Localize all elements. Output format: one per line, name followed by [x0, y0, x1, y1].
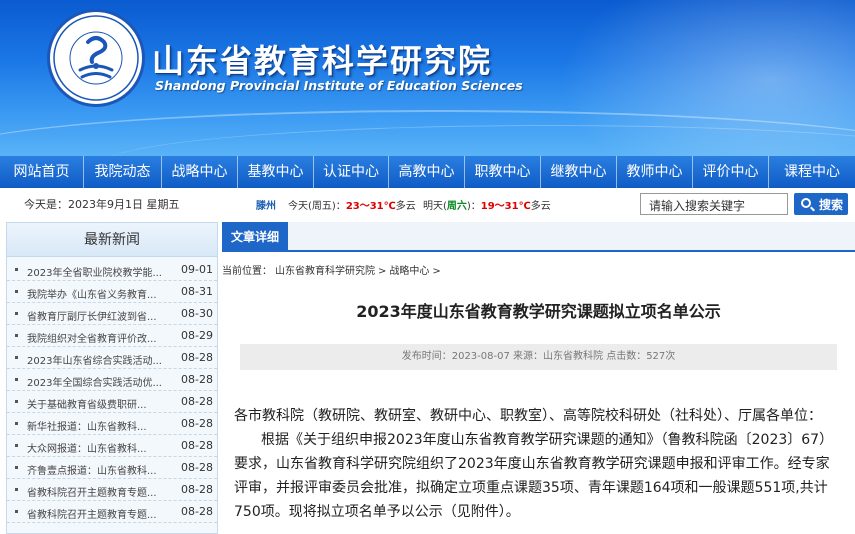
bullet-icon	[15, 488, 18, 491]
article-meta: 发布时间：2023-08-07 来源：山东省教科院 点击数：527次	[240, 344, 837, 370]
weather-widget: 滕州 今天(周五)：23～31℃多云 明天(周六)：19～31℃多云	[256, 197, 551, 212]
news-item[interactable]: 省教育厅副厅长伊红波到省... 08-30	[7, 303, 217, 325]
news-item[interactable]: 我院举办《山东省义务教育... 08-31	[7, 281, 217, 303]
news-date: 08-28	[181, 439, 213, 452]
breadcrumb-separator: >	[378, 266, 387, 277]
news-item[interactable]: 大众网报道：山东省教科... 08-28	[7, 435, 217, 457]
news-title[interactable]: 齐鲁壹点报道：山东省教科...	[27, 462, 167, 477]
article-title: 2023年度山东省教育教学研究课题拟立项名单公示	[356, 302, 721, 321]
bullet-icon	[15, 334, 18, 337]
nav-item-vocational[interactable]: 职教中心	[465, 156, 541, 188]
current-date: 今天是：2023年9月1日 星期五	[24, 198, 180, 211]
news-title[interactable]: 大众网报道：山东省教科...	[27, 440, 167, 455]
nav-item-higher-edu[interactable]: 高教中心	[389, 156, 465, 188]
bullet-icon	[15, 422, 18, 425]
news-item[interactable]: 我院组织对全省教育评价改... 08-29	[7, 325, 217, 347]
weather-today-temp: 23～31℃	[345, 201, 396, 212]
weather-tomorrow-cond: 多云	[530, 201, 551, 212]
tab-article-detail[interactable]: 文章详细	[222, 222, 288, 252]
info-bar: 今天是：2023年9月1日 星期五 滕州 今天(周五)：23～31℃多云 明天(周…	[0, 188, 855, 220]
logo-emblem-icon	[53, 15, 139, 101]
nav-item-teacher[interactable]: 教师中心	[617, 156, 693, 188]
weather-city: 滕州	[256, 201, 276, 212]
article-paragraph: 根据《关于组织申报2023年度山东省教育教学研究课题的通知》（鲁教科院函〔202…	[234, 432, 834, 520]
breadcrumb-link-strategy[interactable]: 战略中心	[389, 266, 429, 277]
news-item[interactable]: 2023年全国综合实践活动优... 08-28	[7, 369, 217, 391]
site-subtitle: Shandong Provincial Institute of Educati…	[155, 78, 523, 93]
news-item[interactable]: 齐鲁壹点报道：山东省教科... 08-28	[7, 457, 217, 479]
news-title[interactable]: 省教科院召开主题教育专题...	[27, 506, 167, 521]
news-date: 08-28	[181, 505, 213, 518]
weather-tomorrow-temp: 19～31℃	[480, 201, 531, 212]
news-date: 08-31	[181, 285, 213, 298]
news-title[interactable]: 省教育厅副厅长伊红波到省...	[27, 308, 167, 323]
weather-today-label: 今天(周五)：	[288, 201, 346, 212]
nav-item-certification[interactable]: 认证中心	[314, 156, 389, 188]
news-date: 08-28	[181, 351, 213, 364]
bullet-icon	[15, 268, 18, 271]
article-paragraph: 各市教科院（教研院、教研室、教研中心、职教室）、高等院校科研处（社科处）、厅属各…	[234, 408, 822, 424]
weather-tomorrow-label-end: )：	[466, 201, 481, 212]
bullet-icon	[15, 400, 18, 403]
news-date: 08-28	[181, 417, 213, 430]
search-button[interactable]: 搜索	[794, 193, 848, 215]
news-date: 08-28	[181, 395, 213, 408]
search-input[interactable]: 请输入搜索关键字	[640, 193, 788, 215]
breadcrumb-link-home[interactable]: 山东省教育科学研究院	[275, 266, 375, 277]
news-item[interactable]: 2023年山东省综合实践活动... 08-28	[7, 347, 217, 369]
bullet-icon	[15, 466, 18, 469]
bullet-icon	[15, 356, 18, 359]
breadcrumb-separator: >	[432, 266, 441, 277]
news-item[interactable]: 新华社报道：山东省教科... 08-28	[7, 413, 217, 435]
nav-item-strategy[interactable]: 战略中心	[162, 156, 238, 188]
news-date: 08-28	[181, 373, 213, 386]
breadcrumb: 当前位置： 山东省教育科学研究院 > 战略中心 >	[222, 262, 444, 277]
news-title[interactable]: 省教科院召开主题教育专题...	[27, 484, 167, 499]
bullet-icon	[15, 378, 18, 381]
news-title[interactable]: 2023年山东省综合实践活动...	[27, 352, 167, 367]
site-banner: 山东省教育科学研究院 Shandong Provincial Institute…	[0, 0, 855, 156]
bullet-icon	[15, 444, 18, 447]
article-body: 各市教科院（教研院、教研室、教研中心、职教室）、高等院校科研处（社科处）、厅属各…	[234, 404, 840, 524]
nav-item-curriculum[interactable]: 课程中心	[769, 156, 855, 188]
bullet-icon	[15, 312, 18, 315]
news-title[interactable]: 2023年全省职业院校教学能...	[27, 264, 167, 279]
news-title[interactable]: 新华社报道：山东省教科...	[27, 418, 167, 433]
news-item[interactable]: 关于基础教育省级费职研... 08-28	[7, 391, 217, 413]
news-item[interactable]: 省教科院召开主题教育专题... 08-28	[7, 479, 217, 501]
search-icon	[801, 198, 811, 208]
site-title: 山东省教育科学研究院	[152, 42, 493, 80]
bullet-icon	[15, 510, 18, 513]
news-list: 2023年全省职业院校教学能... 09-01 我院举办《山东省义务教育... 08…	[7, 257, 217, 523]
news-date: 08-28	[181, 483, 213, 496]
nav-item-evaluation[interactable]: 评价中心	[693, 156, 769, 188]
weather-tomorrow-label: 明天(	[422, 201, 447, 212]
search-button-label: 搜索	[819, 198, 844, 212]
bullet-icon	[15, 290, 18, 293]
nav-item-basic-edu[interactable]: 基教中心	[238, 156, 314, 188]
news-title[interactable]: 2023年全国综合实践活动优...	[27, 374, 167, 389]
weather-today-cond: 多云	[395, 201, 416, 212]
article-tab-bar: 文章详细	[222, 222, 855, 252]
news-item[interactable]: 2023年全省职业院校教学能... 09-01	[7, 259, 217, 281]
news-item[interactable]: 省教科院召开主题教育专题... 08-28	[7, 501, 217, 523]
news-title[interactable]: 我院举办《山东省义务教育...	[27, 286, 167, 301]
nav-item-news[interactable]: 我院动态	[84, 156, 162, 188]
news-date: 08-28	[181, 461, 213, 474]
news-title[interactable]: 我院组织对全省教育评价改...	[27, 330, 167, 345]
weather-tomorrow-day: 周六	[446, 201, 467, 212]
news-date: 09-01	[181, 263, 213, 276]
nav-item-continuing[interactable]: 继教中心	[541, 156, 617, 188]
main-nav: 网站首页 我院动态 战略中心 基教中心 认证中心 高教中心 职教中心 继教中心 …	[0, 156, 855, 188]
latest-news-panel: 最新新闻 2023年全省职业院校教学能... 09-01 我院举办《山东省义务教育…	[6, 222, 218, 534]
institute-logo[interactable]	[47, 9, 145, 107]
breadcrumb-label: 当前位置：	[222, 266, 272, 277]
latest-news-heading: 最新新闻	[7, 223, 217, 257]
nav-item-home[interactable]: 网站首页	[0, 156, 84, 188]
news-title[interactable]: 关于基础教育省级费职研...	[27, 396, 167, 411]
news-date: 08-29	[181, 329, 213, 342]
news-date: 08-30	[181, 307, 213, 320]
